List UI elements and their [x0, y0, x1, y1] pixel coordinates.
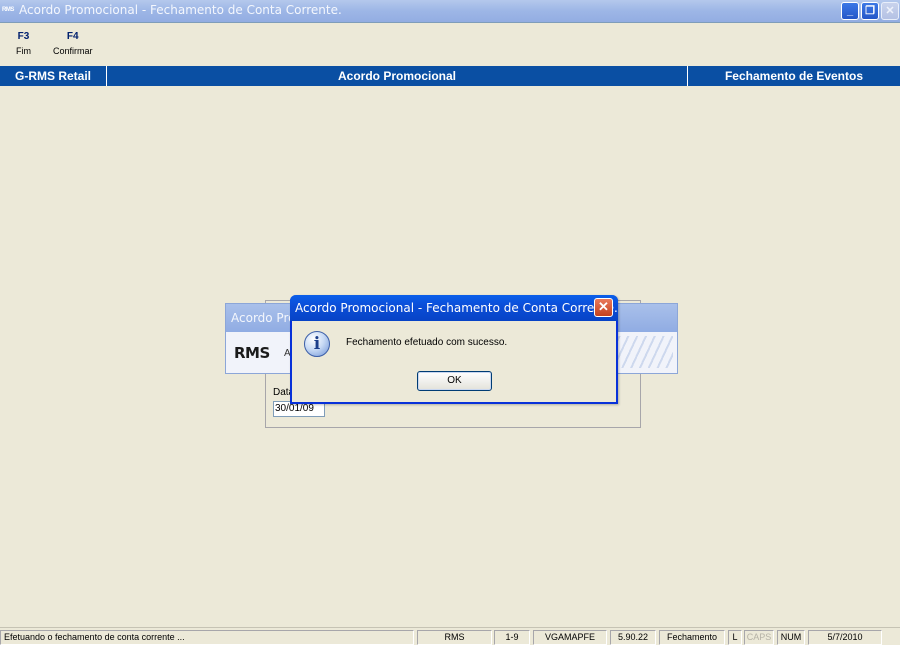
rms-app-icon: RMS: [2, 7, 14, 13]
message-dialog: Acordo Promocional - Fechamento de Conta…: [290, 295, 618, 404]
status-num: NUM: [777, 630, 805, 645]
window-titlebar[interactable]: RMS Acordo Promocional - Fechamento de C…: [0, 0, 900, 23]
restore-icon: ❐: [865, 5, 875, 17]
restore-button[interactable]: ❐: [861, 2, 879, 20]
ok-button[interactable]: OK: [417, 371, 492, 391]
status-caps: CAPS: [744, 630, 774, 645]
f4-key-label: F4: [66, 31, 79, 42]
rms-logo: RMS: [234, 344, 270, 362]
f3-key-label: F3: [17, 31, 30, 42]
minimize-button[interactable]: _: [841, 2, 859, 20]
status-version: 5.90.22: [610, 630, 656, 645]
window-close-button[interactable]: ✕: [881, 2, 899, 20]
status-flag: L: [728, 630, 742, 645]
status-date: 5/7/2010: [808, 630, 882, 645]
status-system: RMS: [417, 630, 492, 645]
status-bar: Efetuando o fechamento de conta corrente…: [0, 627, 900, 645]
dialog-titlebar[interactable]: Acordo Promocional - Fechamento de Conta…: [290, 295, 618, 321]
header-function: Fechamento de Eventos: [724, 69, 864, 83]
minimize-icon: _: [846, 5, 854, 17]
header-product: G-RMS Retail: [0, 66, 107, 86]
status-mode: Fechamento: [659, 630, 725, 645]
f4-confirmar-button[interactable]: F4 Confirmar: [53, 31, 93, 56]
status-range: 1-9: [494, 630, 530, 645]
header-module: Acordo Promocional: [107, 66, 688, 86]
dialog-close-button[interactable]: ✕: [594, 298, 613, 317]
status-message: Efetuando o fechamento de conta corrente…: [0, 630, 414, 645]
dialog-message: Fechamento efetuado com sucesso.: [346, 337, 508, 348]
header-band: G-RMS Retail Acordo Promocional Fechamen…: [0, 66, 900, 86]
status-program: VGAMAPFE: [533, 630, 607, 645]
f3-fim-button[interactable]: F3 Fim: [16, 31, 31, 56]
window-title: Acordo Promocional - Fechamento de Conta…: [19, 3, 342, 17]
info-icon: i: [304, 331, 330, 357]
f3-action-label: Fim: [16, 46, 31, 56]
close-icon: ✕: [885, 5, 895, 17]
f4-action-label: Confirmar: [53, 46, 93, 56]
close-icon: ✕: [598, 299, 609, 314]
dialog-title: Acordo Promocional - Fechamento de Conta…: [295, 301, 618, 315]
